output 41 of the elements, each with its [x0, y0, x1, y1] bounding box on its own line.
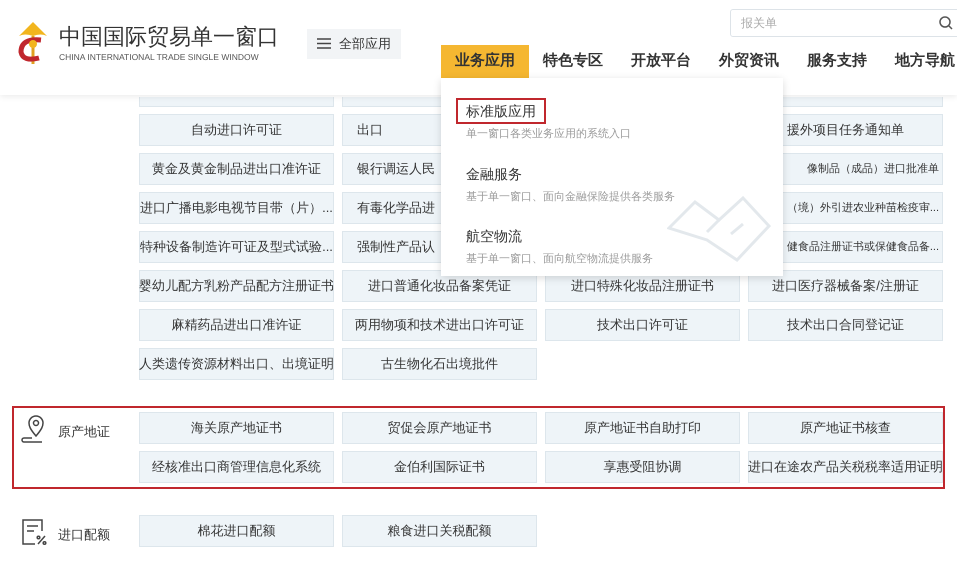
section-label: 原产地证	[58, 423, 110, 441]
app-tile[interactable]: 海关原产地证书	[139, 412, 334, 444]
app-tile[interactable]: 麻精药品进出口准许证	[139, 309, 334, 341]
menu-item[interactable]: 金融服务	[456, 160, 532, 186]
site-title: 中国国际贸易单一窗口	[59, 23, 279, 52]
app-tile[interactable]: 经核准出口商管理信息化系统	[139, 451, 334, 483]
app-tile[interactable]: 进口普通化妆品备案凭证	[342, 270, 537, 302]
app-tile[interactable]: 技术出口许可证	[545, 309, 740, 341]
app-tile[interactable]: 进口广播电影电视节目带（片）...	[139, 192, 334, 224]
menu-icon	[317, 38, 331, 49]
all-apps-button[interactable]: 全部应用	[307, 28, 401, 58]
app-tile[interactable]: 技术出口合同登记证	[748, 309, 943, 341]
document-percent-icon	[20, 517, 48, 547]
menu-item[interactable]: 标准版应用	[456, 98, 546, 124]
section-label: 进口配额	[58, 526, 110, 544]
app-tile[interactable]: 原产地证书核查	[748, 412, 943, 444]
nav-tab[interactable]: 服务支持	[793, 45, 881, 78]
app-tile[interactable]: 两用物项和技术进出口许可证	[342, 309, 537, 341]
app-tile[interactable]: 金伯利国际证书	[342, 451, 537, 483]
app-tile[interactable]: 人类遗传资源材料出口、出境证明	[139, 348, 334, 380]
app-tile[interactable]: 婴幼儿配方乳粉产品配方注册证书	[139, 270, 334, 302]
app-tile[interactable]: 进口在途农产品关税税率适用证明	[748, 451, 943, 483]
app-tile[interactable]: 黄金及黄金制品进出口准许证	[139, 153, 334, 185]
nav-tab[interactable]: 地方导航	[881, 45, 957, 78]
app-tile[interactable]: 粮食进口关税配额	[342, 515, 537, 547]
app-tile[interactable]: 进口医疗器械备案/注册证	[748, 270, 943, 302]
search-icon[interactable]	[939, 16, 953, 30]
nav-tab[interactable]: 特色专区	[529, 45, 617, 78]
app-tile[interactable]: 原产地证书自助打印	[545, 412, 740, 444]
app-tile[interactable]: 棉花进口配额	[139, 515, 334, 547]
app-tile[interactable]: 古生物化石出境批件	[342, 348, 537, 380]
app-tile[interactable]: 自动进口许可证	[139, 114, 334, 146]
nav-tab[interactable]: 开放平台	[617, 45, 705, 78]
nav-tab[interactable]: 外贸资讯	[705, 45, 793, 78]
app-tile[interactable]: 特种设备制造许可证及型式试验...	[139, 231, 334, 263]
app-tile[interactable]	[139, 97, 334, 107]
search-field[interactable]: 报关单	[730, 8, 957, 36]
nav-tab[interactable]: 业务应用	[441, 45, 529, 78]
app-tile[interactable]: 贸促会原产地证书	[342, 412, 537, 444]
site-subtitle: CHINA INTERNATIONAL TRADE SINGLE WINDOW	[59, 51, 260, 64]
app-tile[interactable]: 享惠受阻协调	[545, 451, 740, 483]
